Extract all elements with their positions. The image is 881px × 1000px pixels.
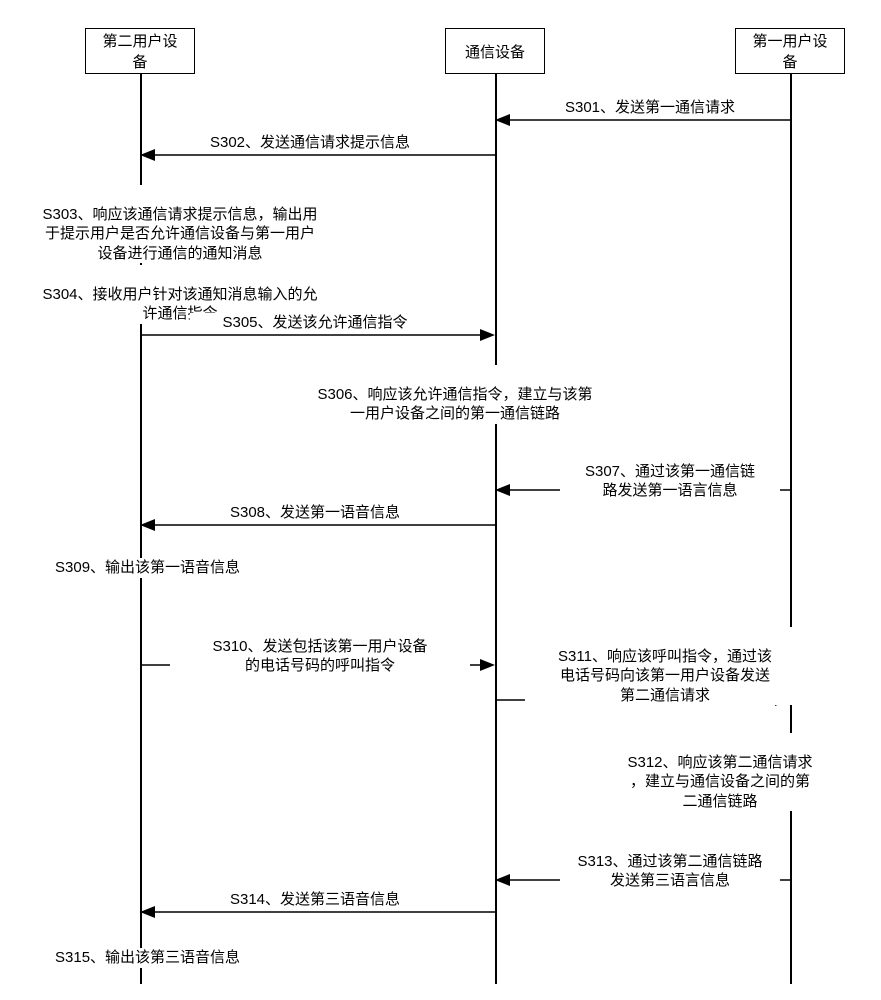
- message-s305: S305、发送该允许通信指令: [190, 313, 440, 333]
- message-s314: S314、发送第三语音信息: [190, 890, 440, 910]
- message-s306: S306、响应该允许通信指令，建立与该第 一用户设备之间的第一通信链路: [290, 365, 620, 424]
- message-s310: S310、发送包括该第一用户设备 的电话号码的呼叫指令: [170, 617, 470, 676]
- message-s313: S313、通过该第二通信链路 发送第三语言信息: [560, 832, 780, 891]
- message-s303: S303、响应该通信请求提示信息，输出用 于提示用户是否允许通信设备与第一用户 …: [20, 185, 340, 263]
- message-s308: S308、发送第一语音信息: [190, 503, 440, 523]
- sequence-diagram: 第二用户设 备 通信设备 第一用户设 备 S301、发送第一通信请求 S302、…: [0, 0, 881, 1000]
- message-s311: S311、响应该呼叫指令，通过该 电话号码向该第一用户设备发送 第二通信请求: [525, 627, 805, 705]
- message-s301: S301、发送第一通信请求: [540, 98, 760, 118]
- message-s315: S315、输出该第三语音信息: [55, 948, 315, 968]
- message-s302: S302、发送通信请求提示信息: [170, 133, 450, 153]
- message-s307: S307、通过该第一通信链 路发送第一语言信息: [560, 442, 780, 501]
- message-s309: S309、输出该第一语音信息: [55, 558, 315, 578]
- message-s312: S312、响应该第二通信请求 ，建立与通信设备之间的第 二通信链路: [595, 733, 845, 811]
